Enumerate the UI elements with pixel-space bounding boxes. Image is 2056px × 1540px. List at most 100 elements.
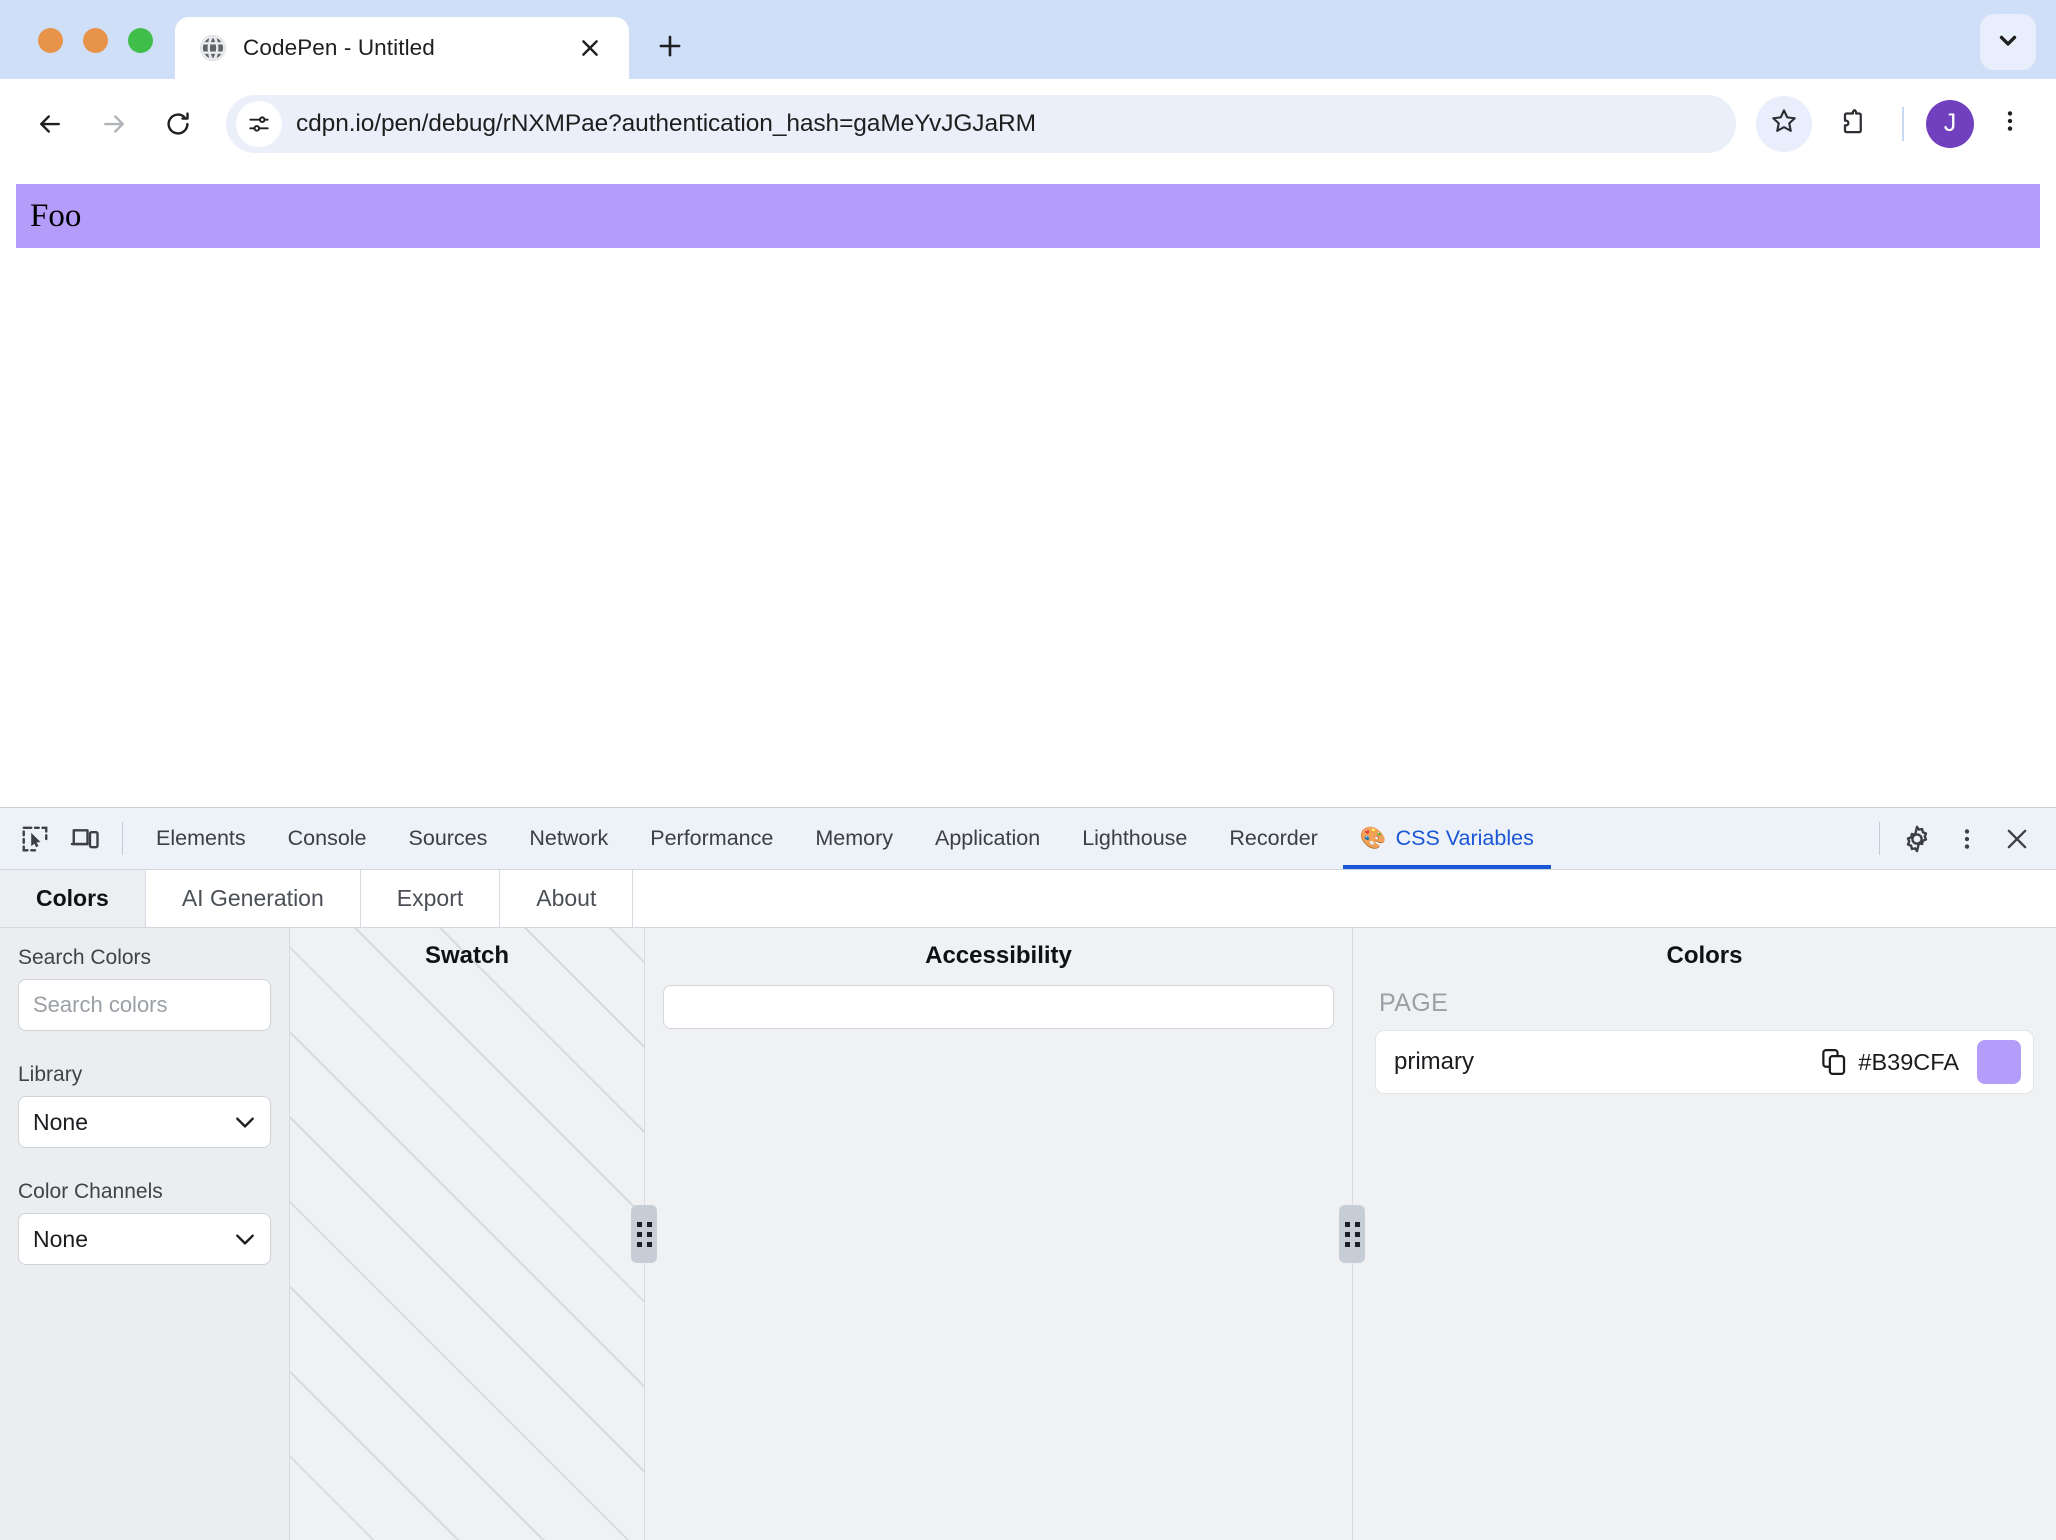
more-options-icon[interactable] (1942, 808, 1992, 869)
panel-subtab-bar: Colors AI Generation Export About (0, 870, 2056, 928)
new-tab-button[interactable] (647, 23, 693, 69)
devtools-actions (1867, 808, 2056, 869)
colors-column-title: Colors (1375, 928, 2034, 985)
swatch-column: Swatch (290, 928, 645, 1540)
accessibility-resize-handle[interactable] (1339, 1205, 1365, 1263)
search-colors-label: Search Colors (18, 946, 271, 970)
three-dot-menu-icon (1997, 108, 2023, 139)
page-banner-text: Foo (30, 198, 81, 235)
browser-toolbar: cdpn.io/pen/debug/rNXMPae?authentication… (0, 79, 2056, 168)
color-list: primary #B39CFA (1375, 1030, 2034, 1094)
search-input[interactable] (18, 979, 271, 1031)
devtools-tab-label: Lighthouse (1082, 826, 1187, 851)
devtools-tab-console[interactable]: Console (267, 808, 388, 869)
color-variable-name: primary (1394, 1048, 1810, 1076)
subtab-label: AI Generation (182, 885, 324, 912)
swatch-resize-handle[interactable] (631, 1205, 657, 1263)
puzzle-icon (1837, 106, 1867, 141)
address-bar[interactable]: cdpn.io/pen/debug/rNXMPae?authentication… (226, 95, 1736, 153)
drag-dots-icon (637, 1222, 652, 1247)
devtools-tab-elements[interactable]: Elements (135, 808, 267, 869)
close-icon[interactable] (573, 31, 607, 65)
accessibility-column: Accessibility (645, 928, 1353, 1540)
devtools-actions-divider (1879, 822, 1880, 855)
devtools-tab-performance[interactable]: Performance (629, 808, 794, 869)
library-select-value: None (33, 1109, 88, 1136)
page-viewport: Foo (0, 168, 2056, 807)
color-channels-label: Color Channels (18, 1180, 271, 1204)
avatar[interactable]: J (1926, 100, 1974, 148)
bookmark-button[interactable] (1756, 96, 1812, 152)
devtools-tab-list: Elements Console Sources Network Performance… (135, 808, 1867, 869)
page-banner: Foo (16, 184, 2040, 248)
avatar-initial: J (1944, 109, 1957, 138)
globe-icon (199, 34, 227, 62)
colors-group-label: PAGE (1375, 985, 2034, 1030)
url-text: cdpn.io/pen/debug/rNXMPae?authentication… (288, 110, 1036, 138)
tab-search-button[interactable] (1980, 14, 2036, 70)
library-label: Library (18, 1063, 271, 1087)
devtools-tab-sources[interactable]: Sources (388, 808, 509, 869)
devtools-tab-label: Recorder (1229, 826, 1317, 851)
devtools-panel: Elements Console Sources Network Performance… (0, 807, 2056, 1540)
settings-gear-icon[interactable] (1892, 808, 1942, 869)
forward-button[interactable] (86, 96, 142, 152)
devtools-tab-label: CSS Variables (1396, 826, 1534, 851)
devtools-tab-application[interactable]: Application (914, 808, 1061, 869)
color-row[interactable]: primary #B39CFA (1375, 1030, 2034, 1094)
devtools-tab-recorder[interactable]: Recorder (1208, 808, 1338, 869)
browser-tab[interactable]: CodePen - Untitled (175, 17, 629, 79)
colors-sidebar: Search Colors Library None Color Channel… (0, 928, 290, 1540)
devtools-tab-label: Sources (409, 826, 488, 851)
browser-window: CodePen - Untitled (0, 0, 2056, 1540)
window-maximize-button[interactable] (128, 28, 153, 53)
toolbar-divider (1902, 107, 1904, 141)
close-devtools-icon[interactable] (1992, 808, 2042, 869)
color-channels-select-value: None (33, 1226, 88, 1253)
devtools-tab-label: Application (935, 826, 1040, 851)
drag-dots-icon (1345, 1222, 1360, 1247)
accessibility-column-title: Accessibility (663, 928, 1334, 985)
color-channels-select[interactable]: None (18, 1213, 271, 1265)
devtools-tab-label: Console (288, 826, 367, 851)
subtab-label: Colors (36, 885, 109, 912)
window-close-button[interactable] (38, 28, 63, 53)
devtools-tab-label: Elements (156, 826, 246, 851)
devtools-tab-label: Network (529, 826, 608, 851)
panel-body: Search Colors Library None Color Channel… (0, 928, 2056, 1540)
tab-strip: CodePen - Untitled (0, 0, 2056, 79)
devtools-tab-css-variables[interactable]: 🎨 CSS Variables (1339, 808, 1555, 869)
devtools-tab-memory[interactable]: Memory (794, 808, 914, 869)
devtools-tab-label: Performance (650, 826, 773, 851)
inspect-element-icon[interactable] (10, 808, 60, 869)
devtools-tab-bar: Elements Console Sources Network Performance… (0, 808, 2056, 870)
window-controls (0, 28, 175, 79)
devtools-tab-network[interactable]: Network (508, 808, 629, 869)
chevron-down-icon (1995, 27, 2021, 58)
extensions-button[interactable] (1824, 96, 1880, 152)
subtab-ai-generation[interactable]: AI Generation (146, 870, 361, 927)
swatch-column-title: Swatch (290, 928, 644, 985)
subtab-colors[interactable]: Colors (0, 870, 146, 927)
copy-icon[interactable] (1822, 1049, 1846, 1075)
accessibility-input[interactable] (663, 985, 1334, 1029)
device-toolbar-icon[interactable] (60, 808, 110, 869)
back-button[interactable] (22, 96, 78, 152)
browser-menu-button[interactable] (1982, 96, 2038, 152)
window-minimize-button[interactable] (83, 28, 108, 53)
reload-button[interactable] (150, 96, 206, 152)
site-info-icon[interactable] (236, 101, 282, 147)
subtab-label: Export (397, 885, 463, 912)
subtab-about[interactable]: About (500, 870, 633, 927)
devtools-tab-label: Memory (815, 826, 893, 851)
devtools-tab-lighthouse[interactable]: Lighthouse (1061, 808, 1208, 869)
devtools-toolbar-divider (122, 822, 123, 855)
palette-icon: 🎨 (1360, 826, 1387, 851)
library-select[interactable]: None (18, 1096, 271, 1148)
colors-column: Colors PAGE primary #B39CFA (1353, 928, 2056, 1540)
subtab-label: About (536, 885, 596, 912)
color-hex-value: #B39CFA (1858, 1049, 1959, 1076)
subtab-export[interactable]: Export (361, 870, 500, 927)
star-icon (1769, 106, 1799, 141)
color-swatch-chip[interactable] (1977, 1040, 2021, 1084)
